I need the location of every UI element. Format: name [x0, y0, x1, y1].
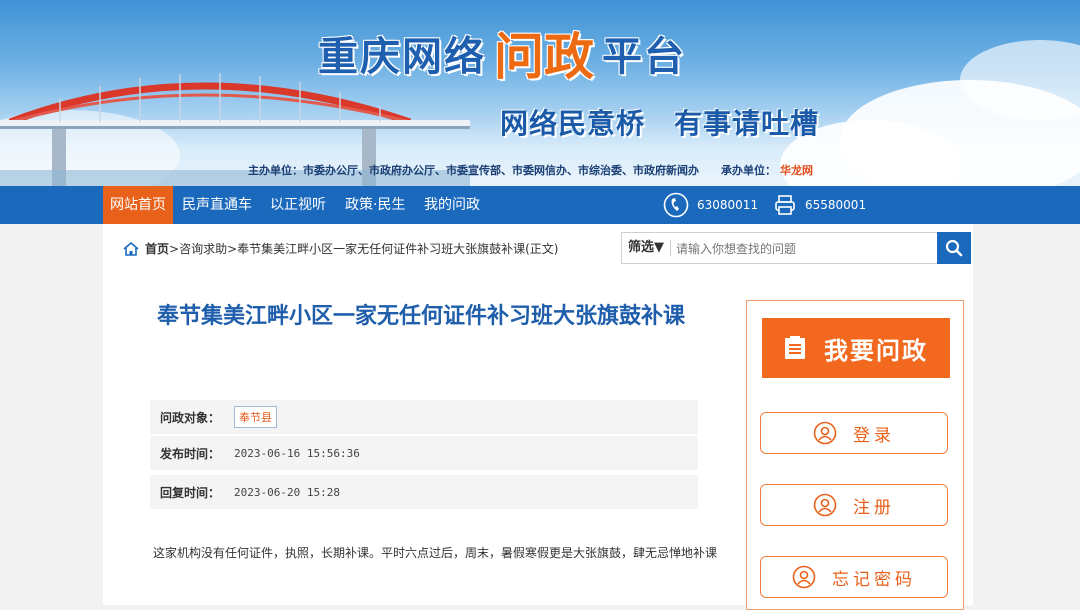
nav-item-my-questions[interactable]: 我的问政 — [424, 186, 480, 224]
nav-item-direct-line[interactable]: 民声直通车 — [182, 186, 252, 224]
hotline-number-2: 65580001 — [805, 198, 867, 212]
register-label: 注册 — [853, 497, 895, 518]
site-title-part2: 平台 — [602, 34, 686, 80]
phone-icon — [663, 192, 689, 218]
ask-question-label: 我要问政 — [824, 336, 928, 365]
nav-item-home[interactable]: 网站首页 — [103, 186, 173, 224]
organizer-logo: 华龙网 — [780, 164, 813, 177]
meta-published-row: 发布时间： 2023-06-16 15:56:36 — [150, 436, 698, 470]
site-title-part1: 重庆网络 — [318, 34, 486, 80]
nav-item-clarify[interactable]: 以正视听 — [270, 186, 326, 224]
search-bar: 筛选▼ — [621, 232, 971, 264]
ask-question-button[interactable]: 我要问政 — [762, 318, 950, 378]
article-body: 这家机构没有任何证件，执照，长期补课。平时六点过后，周末，暑假寒假更是大张旗鼓，… — [153, 546, 718, 560]
user-icon — [813, 493, 837, 517]
target-tag[interactable]: 奉节县 — [234, 406, 277, 428]
nav-item-policy[interactable]: 政策·民生 — [345, 186, 405, 224]
search-input[interactable] — [674, 237, 918, 261]
fax-icon — [775, 195, 795, 215]
sidebar-panel: 我要问政 登录 注册 忘记密码 — [746, 300, 964, 610]
site-title: 重庆网络 问政 平台 — [318, 22, 686, 86]
sponsor-text: 主办单位：市委办公厅、市政府办公厅、市委宣传部、市委网信办、市综治委、市政府新闻… — [248, 164, 776, 177]
meta-replied-row: 回复时间： 2023-06-20 15:28 — [150, 475, 698, 509]
breadcrumb-path: >咨询求助>奉节集美江畔小区一家无任何证件补习班大张旗鼓补课(正文) — [169, 242, 559, 256]
meta-target-row: 问政对象： 奉节县 — [150, 400, 698, 434]
site-title-accent: 问政 — [494, 28, 594, 86]
hotline-2: 65580001 — [773, 186, 866, 224]
article-title: 奉节集美江畔小区一家无任何证件补习班大张旗鼓补课 — [156, 304, 685, 329]
published-label: 发布时间： — [160, 446, 221, 461]
site-slogan: 网络民意桥 有事请吐槽 — [500, 107, 820, 140]
filter-dropdown[interactable]: 筛选▼ — [628, 233, 664, 263]
login-label: 登录 — [853, 425, 895, 446]
search-icon — [945, 239, 963, 257]
sponsor-line: 主办单位：市委办公厅、市政府办公厅、市委宣传部、市委网信办、市综治委、市政府新闻… — [248, 162, 813, 178]
published-time: 2023-06-16 15:56:36 — [234, 446, 360, 460]
register-button[interactable]: 注册 — [760, 484, 948, 526]
login-button[interactable]: 登录 — [760, 412, 948, 454]
document-icon — [785, 336, 805, 359]
forgot-password-button[interactable]: 忘记密码 — [760, 556, 948, 598]
target-label: 问政对象： — [160, 410, 221, 425]
user-icon — [792, 565, 816, 589]
replied-time: 2023-06-20 15:28 — [234, 485, 340, 499]
header-banner: 重庆网络 问政 平台 网络民意桥 有事请吐槽 主办单位：市委办公厅、市政府办公厅… — [0, 0, 1080, 186]
user-icon — [813, 421, 837, 445]
breadcrumb: 首页 >咨询求助>奉节集美江畔小区一家无任何证件补习班大张旗鼓补课(正文) — [123, 240, 559, 257]
main-content: 首页 >咨询求助>奉节集美江畔小区一家无任何证件补习班大张旗鼓补课(正文) 筛选… — [103, 224, 973, 610]
hotline-1: 63080011 — [663, 186, 758, 224]
main-nav: 网站首页 民声直通车 以正视听 政策·民生 我的问政 63080011 6558… — [0, 186, 1080, 224]
search-divider — [670, 240, 671, 256]
hotline-number-1: 63080011 — [697, 198, 759, 212]
replied-label: 回复时间： — [160, 485, 221, 500]
search-button[interactable] — [937, 232, 971, 264]
breadcrumb-home-link[interactable]: 首页 — [145, 240, 169, 257]
home-icon — [123, 241, 139, 256]
forgot-password-label: 忘记密码 — [832, 569, 916, 590]
